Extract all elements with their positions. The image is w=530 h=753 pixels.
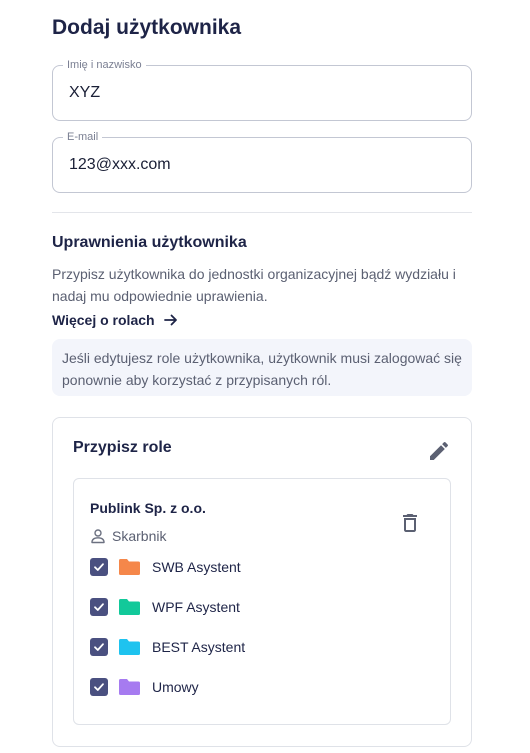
folder-icon bbox=[119, 559, 140, 575]
folder-icon-fill bbox=[119, 559, 140, 575]
checkbox-wpf[interactable] bbox=[90, 598, 108, 616]
permission-label: SWB Asystent bbox=[152, 559, 241, 575]
folder-icon-fill bbox=[119, 639, 140, 655]
check-icon bbox=[94, 563, 104, 571]
check-icon bbox=[94, 603, 104, 611]
checkbox-swb[interactable] bbox=[90, 558, 108, 576]
checkbox-umowy[interactable] bbox=[90, 678, 108, 696]
assign-roles-title: Przypisz role bbox=[73, 439, 172, 456]
role-name: Skarbnik bbox=[112, 528, 167, 544]
section-divider bbox=[52, 212, 472, 213]
check-icon bbox=[94, 643, 104, 651]
more-about-roles-label: Więcej o rolach bbox=[52, 312, 155, 328]
folder-icon bbox=[119, 639, 140, 655]
checkbox-best[interactable] bbox=[90, 638, 108, 656]
edit-button[interactable] bbox=[427, 439, 451, 463]
email-field[interactable]: E-mail bbox=[52, 131, 472, 193]
email-input[interactable] bbox=[53, 138, 471, 192]
permission-label: WPF Asystent bbox=[152, 599, 240, 615]
permission-item: SWB Asystent bbox=[90, 557, 241, 577]
arrow-right-icon bbox=[163, 314, 177, 326]
permission-item: WPF Asystent bbox=[90, 597, 240, 617]
page-title: Dodaj użytkownika bbox=[52, 16, 242, 39]
permission-item: BEST Asystent bbox=[90, 637, 245, 657]
name-field[interactable]: Imię i nazwisko bbox=[52, 59, 472, 121]
folder-icon-fill bbox=[119, 599, 140, 615]
organization-role-block: Publink Sp. z o.o. Skarbnik SWB Asystent bbox=[73, 478, 451, 725]
delete-button[interactable] bbox=[398, 511, 422, 535]
name-input[interactable] bbox=[53, 66, 471, 120]
pencil-icon bbox=[430, 441, 449, 460]
organization-name: Publink Sp. z o.o. bbox=[90, 500, 206, 516]
permission-label: Umowy bbox=[152, 679, 199, 695]
folder-icon bbox=[119, 599, 140, 615]
permission-label: BEST Asystent bbox=[152, 639, 246, 655]
folder-icon bbox=[119, 679, 140, 695]
folder-icon-fill bbox=[119, 679, 140, 695]
trash-icon bbox=[403, 514, 417, 532]
permission-item: Umowy bbox=[90, 677, 199, 697]
role-line: Skarbnik bbox=[90, 528, 166, 544]
more-about-roles-link[interactable]: Więcej o rolach bbox=[52, 312, 179, 328]
assign-roles-card: Przypisz role Publink Sp. z o.o. Skarbni… bbox=[52, 417, 472, 747]
info-box: Jeśli edytujesz role użytkownika, użytko… bbox=[52, 339, 472, 396]
person-icon bbox=[91, 529, 105, 544]
check-icon bbox=[94, 683, 104, 691]
permissions-description: Przypisz użytkownika do jednostki organi… bbox=[52, 266, 456, 304]
permissions-title: Uprawnienia użytkownika bbox=[52, 234, 247, 251]
